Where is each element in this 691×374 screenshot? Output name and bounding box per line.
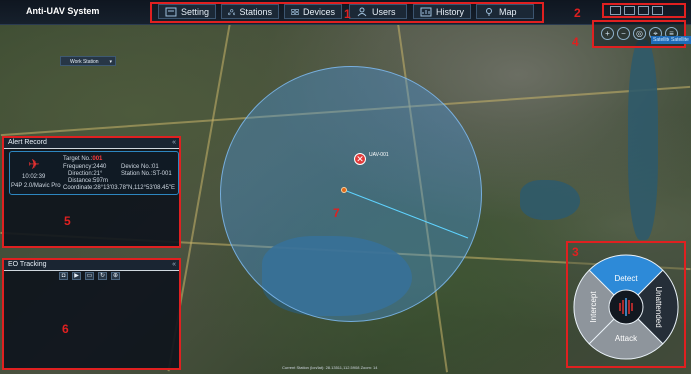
detect-label: Detect bbox=[614, 274, 638, 283]
camera-icon[interactable]: ◘ bbox=[59, 272, 68, 280]
nav-devices[interactable]: Devices bbox=[284, 4, 342, 19]
map-icon bbox=[486, 7, 492, 16]
locate-icon[interactable]: ◎ bbox=[633, 27, 646, 40]
chevron-down-icon: ▾ bbox=[109, 59, 112, 65]
work-station-label: Work Station bbox=[70, 59, 99, 65]
stations-icon bbox=[228, 8, 236, 15]
map-toolbar: + − ◎ ⌖ ≡ Satellite Satellite bbox=[592, 20, 691, 48]
map-type-satellite-alt[interactable]: Satellite bbox=[669, 36, 691, 44]
drone-icon: ✈ bbox=[28, 156, 40, 172]
restore-icon[interactable] bbox=[638, 6, 649, 15]
alert-station-no: Station No.:ST-001 bbox=[121, 171, 172, 177]
annotation-5: 5 bbox=[64, 214, 71, 228]
annotation-4: 4 bbox=[572, 35, 579, 49]
video-icon[interactable]: ▶ bbox=[72, 272, 81, 280]
alert-frequency: Frequency:2440 bbox=[63, 164, 107, 170]
work-station-select[interactable]: Work Station ▾ bbox=[60, 56, 116, 66]
nav-history[interactable]: History bbox=[413, 4, 471, 19]
annotation-6: 6 bbox=[62, 322, 69, 336]
nav-label: Devices bbox=[302, 6, 335, 17]
annotation-1: 1 bbox=[344, 7, 351, 21]
nav-setting[interactable]: Setting bbox=[158, 4, 216, 19]
nav-label: Users bbox=[372, 6, 396, 17]
refresh-icon[interactable]: ↻ bbox=[98, 272, 107, 280]
alert-model: P4P 2.0/Mavic Pro bbox=[11, 183, 61, 189]
collapse-icon[interactable]: « bbox=[172, 260, 176, 270]
history-icon bbox=[420, 7, 432, 16]
eo-toolbar: ◘ ▶ ▭ ↻ ⊕ bbox=[59, 272, 120, 280]
app-title: Anti-UAV System bbox=[26, 6, 100, 16]
alert-time: 10:02:39 bbox=[22, 174, 46, 180]
unattended-label: Unattended bbox=[654, 286, 663, 327]
collapse-icon[interactable]: « bbox=[172, 138, 176, 148]
target-marker[interactable]: ✕ bbox=[354, 153, 366, 165]
gear-icon bbox=[165, 7, 177, 16]
nav-label: Setting bbox=[180, 6, 209, 17]
target-icon[interactable]: ⊕ bbox=[111, 272, 120, 280]
window-controls bbox=[602, 3, 686, 18]
folder-icon[interactable]: ▭ bbox=[85, 272, 94, 280]
target-no: Target No.:001 bbox=[63, 156, 103, 162]
devices-icon bbox=[291, 8, 299, 15]
panel-title: Alert Record « bbox=[4, 138, 179, 149]
nav-label: History bbox=[435, 6, 464, 17]
zoom-in-icon[interactable]: + bbox=[601, 27, 614, 40]
radar-sweep-line bbox=[343, 189, 469, 239]
intercept-label: Intercept bbox=[589, 291, 598, 323]
annotation-2: 2 bbox=[574, 6, 581, 20]
attack-label: Attack bbox=[615, 334, 638, 343]
alert-direction: Direction:21° bbox=[68, 171, 103, 177]
river bbox=[628, 40, 658, 240]
control-wheel: Detect Attack Unattended Intercept bbox=[573, 254, 679, 360]
map-status-text: Current Station (lon/lat): 28.13511,112.… bbox=[282, 365, 378, 370]
control-panel: Detect Attack Unattended Intercept 3 bbox=[566, 241, 686, 368]
alert-card[interactable]: ✈ 10:02:39 P4P 2.0/Mavic Pro Target No.:… bbox=[9, 151, 179, 195]
station-marker[interactable] bbox=[341, 187, 347, 193]
alert-device-no: Device No.:01 bbox=[121, 164, 159, 170]
close-icon[interactable] bbox=[652, 6, 663, 15]
panel-title: EO Tracking « bbox=[4, 260, 179, 271]
alert-coordinate: Coordinate:28°13'03.78"N,112°53'08.45"E bbox=[63, 185, 175, 191]
nav-stations[interactable]: Stations bbox=[221, 4, 279, 19]
alert-record-panel: Alert Record « ✈ 10:02:39 P4P 2.0/Mavic … bbox=[2, 136, 181, 248]
fullscreen-icon[interactable] bbox=[610, 6, 621, 15]
target-label: UAV-001 bbox=[369, 152, 389, 158]
alert-distance: Distance:597m bbox=[68, 178, 109, 184]
zoom-out-icon[interactable]: − bbox=[617, 27, 630, 40]
nav-users[interactable]: Users bbox=[349, 4, 407, 19]
annotation-3: 3 bbox=[572, 245, 579, 259]
nav-label: Map bbox=[499, 6, 517, 17]
nav-label: Stations bbox=[239, 6, 272, 17]
eo-tracking-panel: EO Tracking « ◘ ▶ ▭ ↻ ⊕ 6 bbox=[2, 258, 181, 370]
nav-map[interactable]: Map bbox=[476, 4, 534, 19]
minimize-icon[interactable] bbox=[624, 6, 635, 15]
lake bbox=[520, 180, 580, 220]
users-icon bbox=[357, 7, 367, 16]
annotation-7: 7 bbox=[333, 206, 340, 220]
